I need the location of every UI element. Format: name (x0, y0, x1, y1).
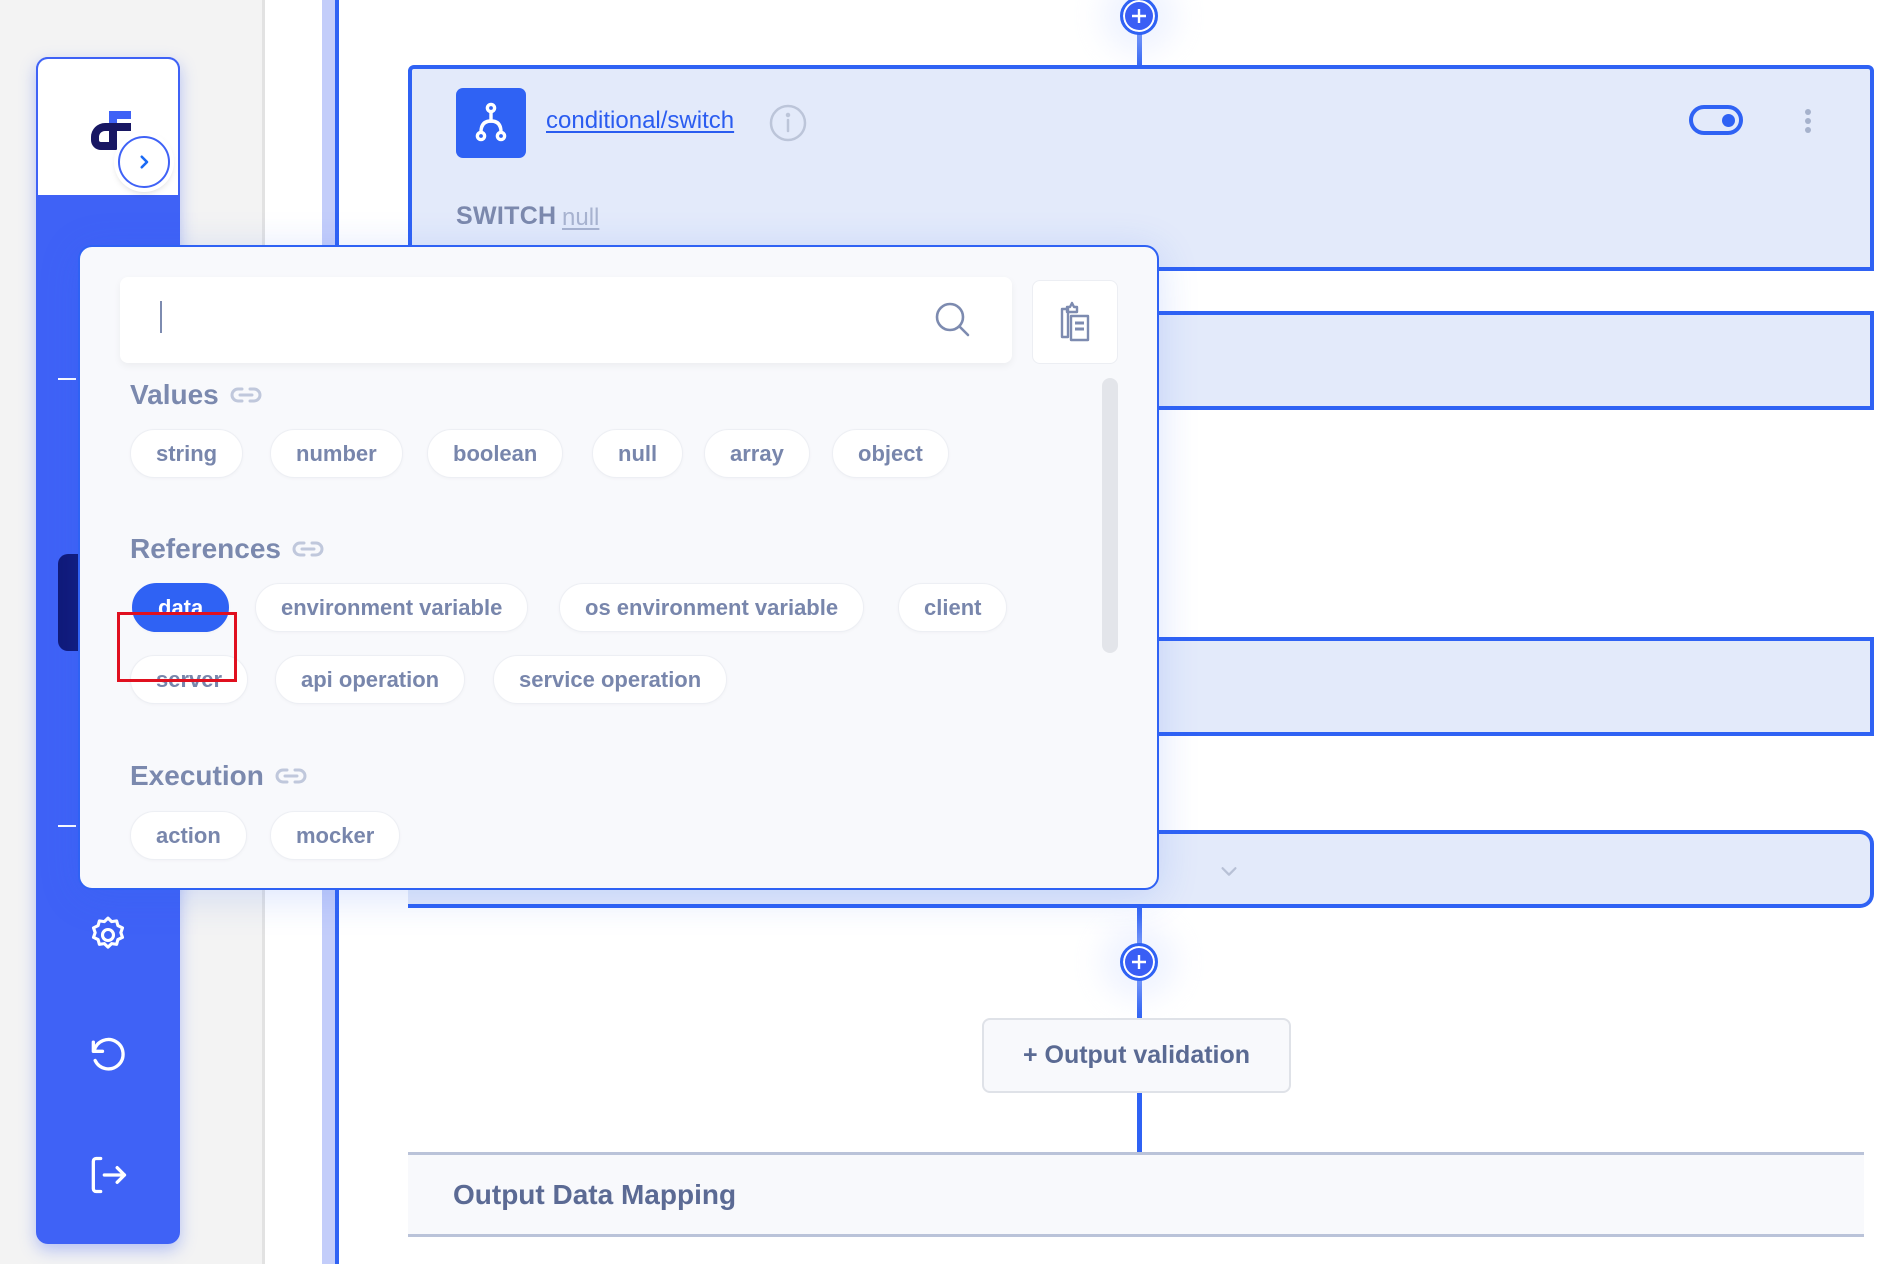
logout-icon (91, 1156, 127, 1194)
sidebar-separator (58, 825, 76, 827)
option-object[interactable]: object (832, 429, 949, 478)
search-field[interactable] (120, 277, 1012, 363)
value-picker-popup: Values string number boolean null array … (78, 245, 1159, 890)
step-enabled-toggle[interactable] (1689, 105, 1743, 135)
sidebar-expand-button[interactable] (118, 136, 170, 188)
text-caret (160, 301, 162, 333)
paste-button[interactable] (1032, 280, 1118, 364)
option-boolean[interactable]: boolean (427, 429, 564, 478)
section-title-text: Values (130, 379, 219, 410)
add-output-validation-button[interactable]: + Output validation (982, 1018, 1291, 1093)
step-more-menu[interactable] (1800, 105, 1816, 137)
info-icon[interactable] (768, 103, 808, 143)
option-data[interactable]: data (132, 583, 230, 632)
section-title-text: References (130, 533, 281, 564)
section-title-values: Values (130, 379, 263, 411)
kebab-dot (1805, 127, 1811, 133)
plus-icon (1132, 955, 1146, 969)
plus-icon (1132, 9, 1146, 23)
option-server[interactable]: server (130, 655, 249, 704)
sidebar-item-settings[interactable] (84, 911, 132, 959)
option-mocker[interactable]: mocker (270, 811, 401, 860)
option-service-operation[interactable]: service operation (493, 655, 728, 704)
option-os-environment-variable[interactable]: os environment variable (559, 583, 865, 632)
switch-field-label: SWITCH (456, 202, 557, 230)
sidebar-item-logout[interactable] (84, 1151, 132, 1199)
history-icon (91, 1037, 125, 1071)
section-title-references: References (130, 533, 325, 565)
sidebar-item-history[interactable] (84, 1031, 132, 1079)
chevron-down-icon[interactable] (1218, 860, 1240, 882)
output-data-mapping-title: Output Data Mapping (453, 1179, 737, 1210)
kebab-dot (1805, 109, 1811, 115)
option-null[interactable]: null (592, 429, 684, 478)
sidebar-active-indicator (58, 554, 78, 651)
option-client[interactable]: client (898, 583, 1008, 632)
clipboard-icon (1060, 301, 1090, 342)
option-api-operation[interactable]: api operation (275, 655, 466, 704)
branch-icon (475, 102, 507, 142)
gear-icon (91, 916, 125, 949)
add-step-button[interactable] (1120, 943, 1158, 981)
step-type-icon (456, 88, 526, 158)
section-title-execution: Execution (130, 760, 308, 792)
add-step-button[interactable] (1120, 0, 1158, 35)
chevron-right-icon (140, 155, 149, 169)
option-number[interactable]: number (270, 429, 403, 478)
output-data-mapping-section[interactable]: Output Data Mapping (408, 1152, 1864, 1237)
section-title-text: Execution (130, 760, 264, 791)
scrollbar-thumb[interactable] (1102, 378, 1118, 653)
search-input[interactable] (156, 299, 920, 343)
switch-field-value[interactable]: null (562, 204, 599, 232)
step-card-conditional-switch: conditional/switch SWITCH null (408, 65, 1874, 271)
search-icon[interactable] (932, 299, 972, 339)
link-icon (275, 768, 307, 784)
link-icon (230, 387, 262, 403)
sidebar-separator (58, 378, 76, 380)
option-environment-variable[interactable]: environment variable (255, 583, 529, 632)
step-title-link[interactable]: conditional/switch (546, 107, 734, 135)
link-icon (292, 541, 324, 557)
option-string[interactable]: string (130, 429, 244, 478)
option-array[interactable]: array (704, 429, 810, 478)
picker-options-list: Values string number boolean null array … (80, 377, 1090, 874)
option-action[interactable]: action (130, 811, 247, 860)
kebab-dot (1805, 118, 1811, 124)
toggle-knob (1722, 114, 1735, 127)
